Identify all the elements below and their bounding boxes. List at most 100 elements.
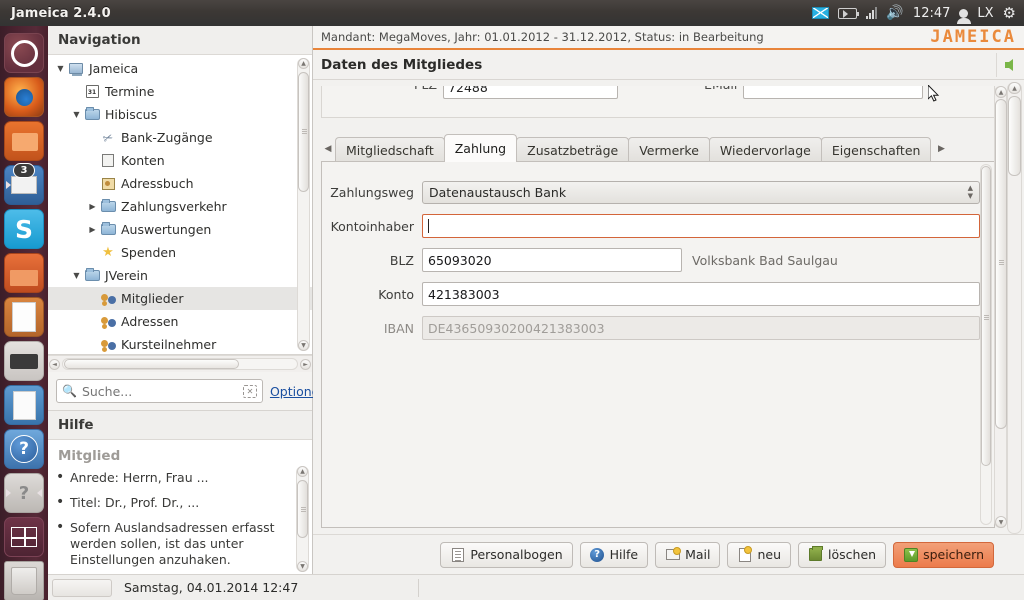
inner-scroll-thumb[interactable] xyxy=(995,99,1007,429)
volume-icon[interactable]: 🔊 xyxy=(886,6,904,20)
tab-wiedervorlage[interactable]: Wiedervorlage xyxy=(708,137,822,162)
launcher-item-software-center[interactable] xyxy=(4,253,44,293)
tree-item-jverein[interactable]: ▼ JVerein xyxy=(48,264,312,287)
tree-item-bank-zug-nge[interactable]: ✂ Bank-Zugänge xyxy=(48,126,312,149)
help-scroll-down-arrow[interactable]: ▼ xyxy=(297,561,308,572)
iban-input: DE43650930200421383003 xyxy=(422,316,980,340)
bullet-icon: • xyxy=(56,494,65,510)
nav-tree-scrollbar[interactable]: ▲ ▼ xyxy=(297,58,310,351)
twisty-right-icon[interactable]: ▶ xyxy=(86,225,99,234)
blz-label: BLZ xyxy=(389,252,414,268)
tab-scroll-right-icon[interactable]: ▶ xyxy=(934,136,948,162)
tree-item-auswertungen[interactable]: ▶ Auswertungen xyxy=(48,218,312,241)
search-box[interactable]: 🔍 ✕ xyxy=(56,379,263,403)
zahlungsweg-select[interactable]: Datenaustausch Bank ▲ ▼ xyxy=(422,180,980,204)
user-icon[interactable] xyxy=(956,8,971,24)
inner-scrollbar[interactable]: ▲ ▼ xyxy=(994,86,1007,528)
help-item-text: Anrede: Herrn, Frau ... xyxy=(70,470,209,485)
outer-scroll-thumb-top[interactable] xyxy=(1008,96,1021,176)
tree-item-mitglieder[interactable]: Mitglieder xyxy=(48,287,312,310)
tab-mitgliedschaft[interactable]: Mitgliedschaft xyxy=(335,137,445,162)
help-scrollbar[interactable]: ▲ ▼ xyxy=(296,466,309,572)
help-panel: Mitglied • Anrede: Herrn, Frau ... • Titel:… xyxy=(48,440,312,574)
inner-scroll-down-arrow[interactable]: ▼ xyxy=(995,516,1007,528)
nav-tree-hscrollbar[interactable]: ◄ ► xyxy=(48,355,312,372)
search-row: 🔍 ✕ Optionen xyxy=(48,372,327,411)
button-löschen[interactable]: löschen xyxy=(798,541,887,568)
tree-item-konten[interactable]: Konten xyxy=(48,149,312,172)
content-area: PLZ 72488 EMail ◀ Mitgliedschaft Zahlung Z… xyxy=(313,80,1024,534)
tab-label: Zahlung xyxy=(454,141,507,156)
launcher-item-thunderbird[interactable]: 3 xyxy=(4,163,44,205)
scroll-up-arrow[interactable]: ▲ xyxy=(298,58,309,69)
gear-icon[interactable]: ⚙ xyxy=(1003,4,1016,22)
tab-vermerke[interactable]: Vermerke xyxy=(628,137,710,162)
help-scroll-up-arrow[interactable]: ▲ xyxy=(297,466,308,477)
launcher-item-help[interactable] xyxy=(4,429,44,469)
launcher-item-libreoffice-impress[interactable] xyxy=(4,297,44,337)
outer-scroll-up-arrow[interactable]: ▲ xyxy=(1008,82,1021,94)
envelope-icon[interactable] xyxy=(811,7,829,19)
navigation-tree[interactable]: ▼ Jameica 31 Termine ▼ Hibiscus ✂ Bank-Zugänge K… xyxy=(48,55,312,355)
tree-item-jameica[interactable]: ▼ Jameica xyxy=(48,57,312,80)
tree-item-label: Adressbuch xyxy=(121,176,194,191)
tree-item-adressen[interactable]: Adressen xyxy=(48,310,312,333)
tree-item-label: Konten xyxy=(121,153,165,168)
twisty-right-icon[interactable]: ▶ xyxy=(86,202,99,211)
button-neu[interactable]: neu xyxy=(727,541,792,568)
launcher-item-files[interactable] xyxy=(4,121,44,161)
scroll-thumb[interactable] xyxy=(298,72,309,192)
hscroll-thumb[interactable] xyxy=(64,359,239,369)
tree-item-kursteilnehmer[interactable]: Kursteilnehmer xyxy=(48,333,312,354)
tab-scroll-left-icon[interactable]: ◀ xyxy=(321,136,335,162)
button-hilfe[interactable]: ? Hilfe xyxy=(579,541,649,568)
launcher-item-firefox[interactable] xyxy=(4,77,44,117)
button-speichern[interactable]: speichern xyxy=(893,541,994,568)
kontoinhaber-label: Kontoinhaber xyxy=(330,218,414,234)
konto-input[interactable]: 421383003 xyxy=(422,282,980,306)
email-field[interactable] xyxy=(743,86,924,99)
help-scroll-thumb[interactable] xyxy=(297,480,308,538)
kontoinhaber-input[interactable] xyxy=(422,214,980,238)
launcher-item-workspace-switcher[interactable] xyxy=(4,517,44,557)
launcher-item-ubuntu-dash[interactable] xyxy=(4,33,44,73)
plz-field[interactable]: 72488 xyxy=(443,86,619,99)
inner-scroll-up-arrow[interactable]: ▲ xyxy=(995,86,1007,98)
twisty-down-icon[interactable]: ▼ xyxy=(70,110,83,119)
button-label: neu xyxy=(757,547,782,562)
tab-zahlung[interactable]: Zahlung xyxy=(443,134,518,162)
tree-item-spenden[interactable]: ★ Spenden xyxy=(48,241,312,264)
twisty-down-icon[interactable]: ▼ xyxy=(54,64,67,73)
button-personalbogen[interactable]: Personalbogen xyxy=(440,541,573,568)
tree-item-zahlungsverkehr[interactable]: ▶ Zahlungsverkehr xyxy=(48,195,312,218)
status-bar: Samstag, 04.01.2014 12:47 xyxy=(48,574,1024,600)
clear-icon[interactable]: ✕ xyxy=(242,384,257,398)
search-input[interactable] xyxy=(81,383,238,399)
tree-item-adressbuch[interactable]: Adressbuch xyxy=(48,172,312,195)
back-arrow-icon[interactable] xyxy=(996,53,1020,77)
signal-bars-icon[interactable] xyxy=(865,7,877,19)
launcher-item-scanner[interactable] xyxy=(4,341,44,381)
hscroll-right-arrow[interactable]: ► xyxy=(300,359,311,370)
form-panel-scrollbar[interactable] xyxy=(980,164,992,525)
launcher-item-libreoffice-writer[interactable] xyxy=(4,385,44,425)
launcher-item-trash[interactable] xyxy=(4,561,44,600)
launcher-item-skype[interactable]: S xyxy=(4,209,44,249)
button-mail[interactable]: Mail xyxy=(655,541,721,568)
folder-icon xyxy=(83,268,101,281)
blz-input[interactable]: 65093020 xyxy=(422,248,682,272)
user-label[interactable]: LX xyxy=(977,6,993,21)
scroll-down-arrow[interactable]: ▼ xyxy=(298,340,309,351)
twisty-down-icon[interactable]: ▼ xyxy=(70,271,83,280)
hscroll-left-arrow[interactable]: ◄ xyxy=(49,359,60,370)
launcher-item-help-alt[interactable] xyxy=(4,473,44,513)
form-scroll-thumb[interactable] xyxy=(981,166,991,466)
tree-item-termine[interactable]: 31 Termine xyxy=(48,80,312,103)
tray-clock[interactable]: 12:47 xyxy=(913,6,950,21)
tab-zusatzbeträge[interactable]: Zusatzbeträge xyxy=(516,137,630,162)
outer-scrollbar[interactable]: ▲ xyxy=(1007,82,1022,534)
tree-item-hibiscus[interactable]: ▼ Hibiscus xyxy=(48,103,312,126)
battery-icon[interactable] xyxy=(837,7,860,19)
mandant-text: Mandant: MegaMoves, Jahr: 01.01.2012 - 3… xyxy=(321,30,764,44)
tab-eigenschaften[interactable]: Eigenschaften xyxy=(820,137,932,162)
